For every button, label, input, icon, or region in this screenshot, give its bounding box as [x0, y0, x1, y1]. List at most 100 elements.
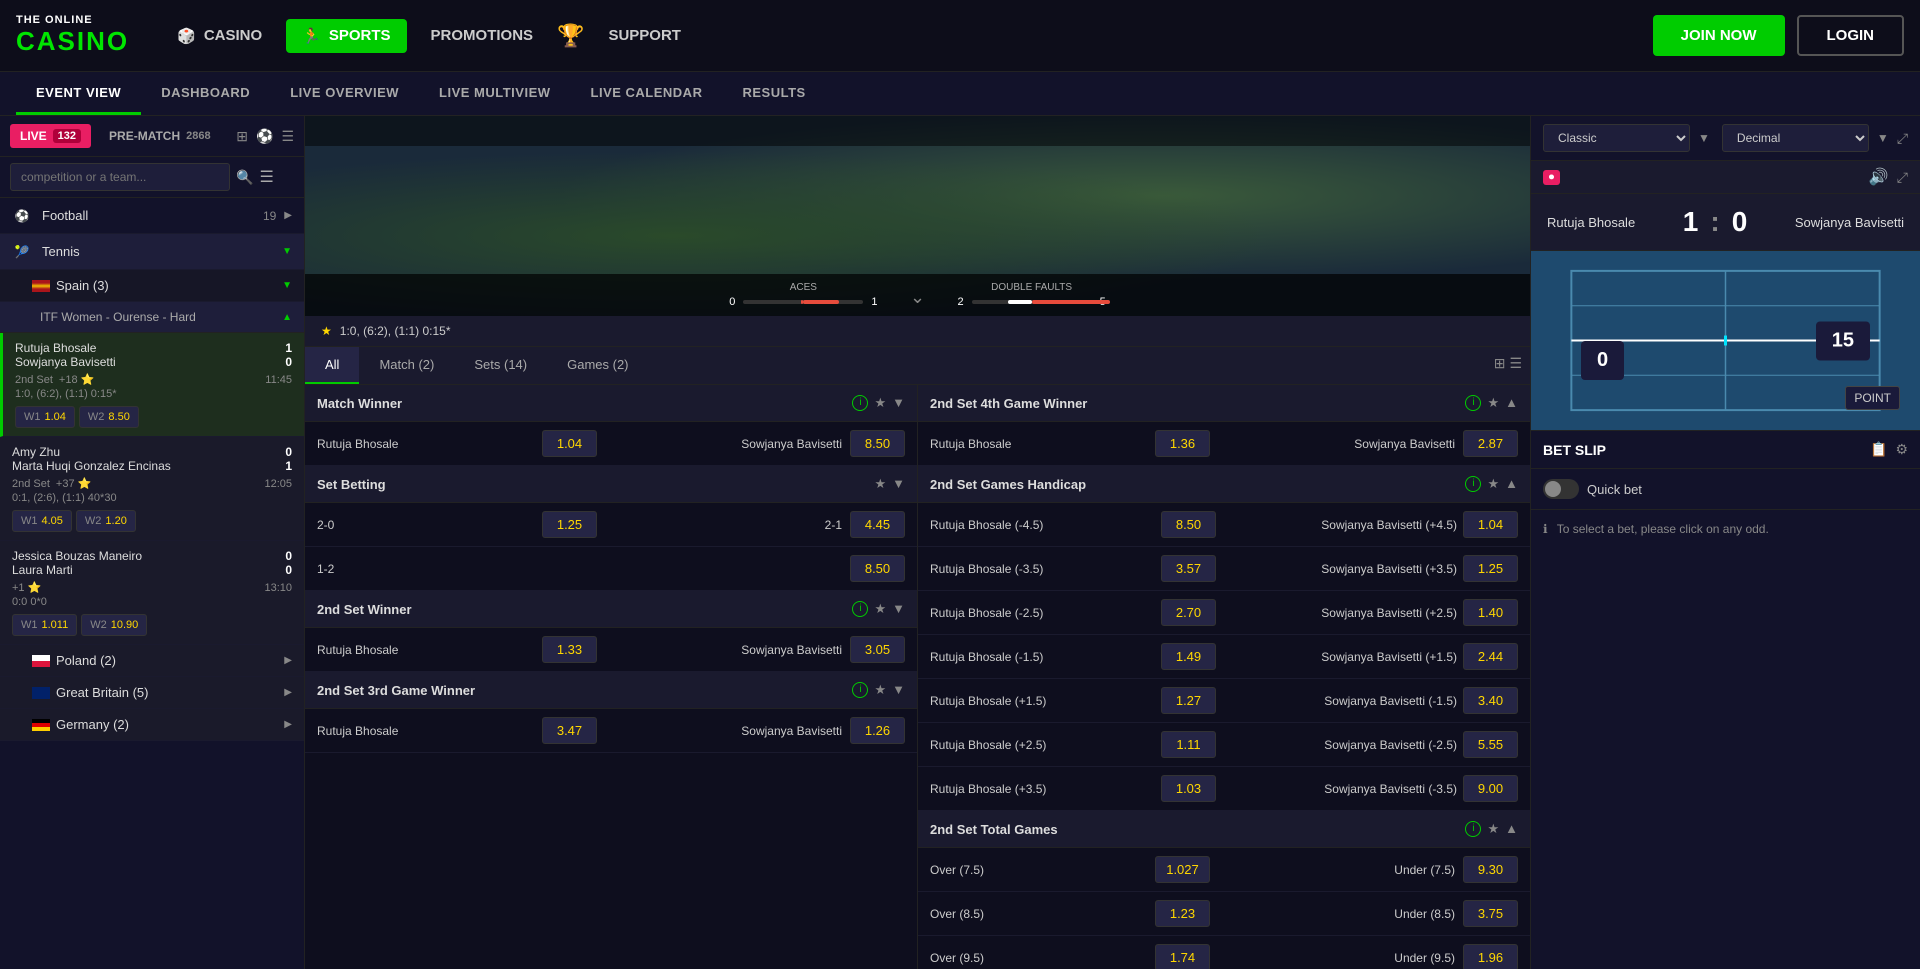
list-view-icon[interactable]: ☰: [281, 128, 294, 145]
2sgh-o11[interactable]: 1.11: [1161, 731, 1216, 758]
collapse-icon-5[interactable]: ▲: [1505, 395, 1518, 411]
nav-sports[interactable]: 🏃 SPORTS: [286, 19, 406, 53]
sb-odd2[interactable]: 4.45: [850, 511, 905, 538]
2sgh-o7[interactable]: 1.49: [1161, 643, 1216, 670]
2stg-o2[interactable]: 9.30: [1463, 856, 1518, 883]
fullscreen-icon[interactable]: ⤢: [1897, 169, 1908, 186]
tab-live-multiview[interactable]: LIVE MULTIVIEW: [419, 73, 570, 115]
2sgh-o9[interactable]: 1.27: [1161, 687, 1216, 714]
star-icon-4[interactable]: ★: [874, 682, 886, 698]
info-icon-4[interactable]: i: [852, 682, 868, 698]
odds-type-select[interactable]: Decimal: [1722, 124, 1869, 152]
prematch-button[interactable]: PRE-MATCH 2868: [99, 124, 221, 148]
collapse-icon-4[interactable]: ▼: [892, 682, 905, 698]
country-great-britain[interactable]: Great Britain (5) ▶: [0, 677, 304, 709]
star-icon-7[interactable]: ★: [1487, 821, 1499, 837]
2sgh-o14[interactable]: 9.00: [1463, 775, 1518, 802]
2sgh-o13[interactable]: 1.03: [1161, 775, 1216, 802]
video-chevron[interactable]: ⌄: [910, 287, 925, 308]
match-item-2[interactable]: Amy Zhu 0 Marta Huqi Gonzalez Encinas 1 …: [0, 437, 304, 541]
collapse-icon-2[interactable]: ▼: [892, 476, 905, 492]
nav-support[interactable]: SUPPORT: [592, 19, 697, 52]
collapse-icon-1[interactable]: ▼: [892, 395, 905, 411]
league-header[interactable]: ITF Women - Ourense - Hard ▲: [0, 302, 304, 333]
match-item-3[interactable]: Jessica Bouzas Maneiro 0 Laura Marti 0 +…: [0, 541, 304, 645]
info-icon-3[interactable]: i: [852, 601, 868, 617]
join-now-button[interactable]: JOIN NOW: [1653, 15, 1785, 56]
w1-odd-1[interactable]: W1 1.04: [15, 406, 75, 428]
tab-event-view[interactable]: EVENT VIEW: [16, 73, 141, 115]
sport-view-icon[interactable]: ⚽: [256, 128, 273, 145]
2sw-odd2[interactable]: 3.05: [850, 636, 905, 663]
quick-bet-toggle[interactable]: [1543, 479, 1579, 499]
w1-odd-3[interactable]: W1 1.011: [12, 614, 77, 636]
2sgh-o12[interactable]: 5.55: [1463, 731, 1518, 758]
sb-odd4[interactable]: 8.50: [850, 555, 905, 582]
tab-sets[interactable]: Sets (14): [454, 347, 547, 384]
info-icon-7[interactable]: i: [1465, 821, 1481, 837]
2s3gw-odd2[interactable]: 1.26: [850, 717, 905, 744]
w1-odd-2[interactable]: W1 4.05: [12, 510, 72, 532]
2sgh-o10[interactable]: 3.40: [1463, 687, 1518, 714]
star-icon-1[interactable]: ★: [874, 395, 886, 411]
tab-match[interactable]: Match (2): [359, 347, 454, 384]
grid-view-icon-2[interactable]: ⊞: [1494, 355, 1506, 376]
w2-odd-1[interactable]: W2 8.50: [79, 406, 139, 428]
audio-icon[interactable]: 🔊: [1869, 167, 1889, 187]
nav-promotions[interactable]: PROMOTIONS: [415, 19, 550, 52]
info-icon-6[interactable]: i: [1465, 476, 1481, 492]
bet-slip-history-icon[interactable]: 📋: [1870, 441, 1887, 458]
live-button[interactable]: LIVE 132: [10, 124, 91, 148]
sb-odd1[interactable]: 1.25: [542, 511, 597, 538]
2sgh-o1[interactable]: 8.50: [1161, 511, 1216, 538]
match-item-1[interactable]: Rutuja Bhosale 1 Sowjanya Bavisetti 0 2n…: [0, 333, 304, 437]
2sgh-o4[interactable]: 1.25: [1463, 555, 1518, 582]
login-button[interactable]: LOGIN: [1797, 15, 1905, 56]
star-icon-3[interactable]: ★: [874, 601, 886, 617]
filter-button[interactable]: ☰: [259, 167, 273, 187]
trophy-icon[interactable]: 🏆: [557, 23, 584, 49]
star-icon-2[interactable]: ★: [874, 476, 886, 492]
collapse-icon-7[interactable]: ▲: [1505, 821, 1518, 837]
tab-games[interactable]: Games (2): [547, 347, 648, 384]
tab-live-calendar[interactable]: LIVE CALENDAR: [571, 73, 723, 115]
2stg-o4[interactable]: 3.75: [1463, 900, 1518, 927]
info-icon-1[interactable]: i: [852, 395, 868, 411]
2sw-odd1[interactable]: 1.33: [542, 636, 597, 663]
grid-view-icon[interactable]: ⊞: [236, 128, 248, 145]
bet-slip-settings-icon[interactable]: ⚙: [1895, 441, 1908, 458]
2s3gw-odd1[interactable]: 3.47: [542, 717, 597, 744]
expand-icon[interactable]: ⤢: [1897, 130, 1908, 147]
tab-live-overview[interactable]: LIVE OVERVIEW: [270, 73, 419, 115]
2sgh-o5[interactable]: 2.70: [1161, 599, 1216, 626]
tab-all[interactable]: All: [305, 347, 359, 384]
2sgh-o3[interactable]: 3.57: [1161, 555, 1216, 582]
info-icon-5[interactable]: i: [1465, 395, 1481, 411]
sidebar-item-football[interactable]: ⚽ Football 19 ▶: [0, 198, 304, 234]
collapse-icon-3[interactable]: ▼: [892, 601, 905, 617]
nav-casino[interactable]: 🎲 CASINO: [161, 19, 278, 53]
2stg-o3[interactable]: 1.23: [1155, 900, 1210, 927]
search-button[interactable]: 🔍: [236, 169, 253, 186]
tab-dashboard[interactable]: DASHBOARD: [141, 73, 270, 115]
list-view-icon-2[interactable]: ☰: [1509, 355, 1522, 376]
2stg-o1[interactable]: 1.027: [1155, 856, 1210, 883]
collapse-icon-6[interactable]: ▲: [1505, 476, 1518, 492]
2s4gw-odd2[interactable]: 2.87: [1463, 430, 1518, 457]
mw-odd2[interactable]: 8.50: [850, 430, 905, 457]
view-type-select[interactable]: Classic: [1543, 124, 1690, 152]
w2-odd-3[interactable]: W2 10.90: [81, 614, 147, 636]
country-poland[interactable]: Poland (2) ▶: [0, 645, 304, 677]
2s4gw-odd1[interactable]: 1.36: [1155, 430, 1210, 457]
search-input[interactable]: [10, 163, 230, 191]
2sgh-o6[interactable]: 1.40: [1463, 599, 1518, 626]
2sgh-o8[interactable]: 2.44: [1463, 643, 1518, 670]
2sgh-o2[interactable]: 1.04: [1463, 511, 1518, 538]
favorite-star[interactable]: ★: [321, 324, 332, 338]
sidebar-item-tennis[interactable]: 🎾 Tennis ▼: [0, 234, 304, 270]
star-icon-6[interactable]: ★: [1487, 476, 1499, 492]
w2-odd-2[interactable]: W2 1.20: [76, 510, 136, 532]
star-icon-5[interactable]: ★: [1487, 395, 1499, 411]
2stg-o6[interactable]: 1.96: [1463, 944, 1518, 969]
country-spain[interactable]: Spain (3) ▼: [0, 270, 304, 302]
